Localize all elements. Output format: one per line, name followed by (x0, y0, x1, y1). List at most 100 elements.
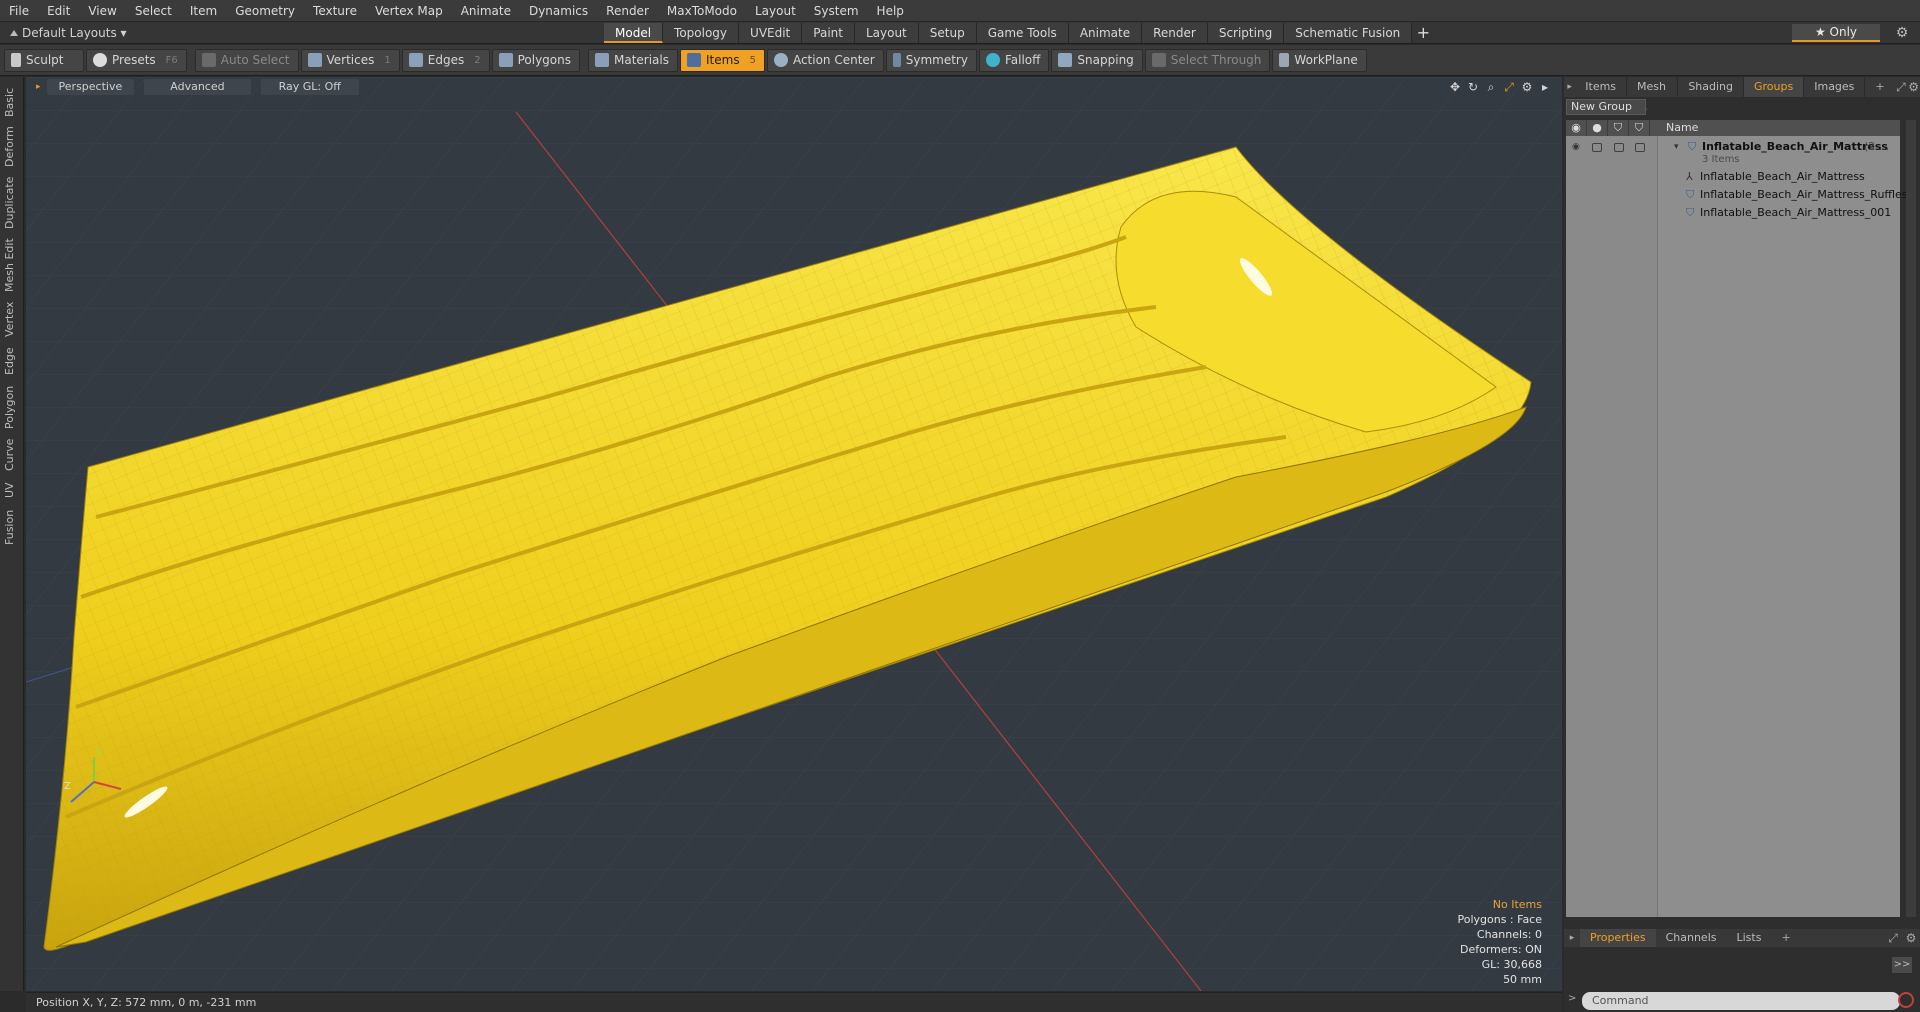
add-tab-plus-icon[interactable]: + (1412, 23, 1434, 43)
menu-edit[interactable]: Edit (38, 0, 79, 22)
action-center-button[interactable]: Action Center (766, 48, 884, 72)
materials-button[interactable]: Materials (587, 48, 678, 72)
row-render-toggle[interactable] (1592, 143, 1602, 152)
menu-dynamics[interactable]: Dynamics (520, 0, 597, 22)
props-gear-icon[interactable]: ⚙ (1902, 931, 1920, 945)
command-input[interactable]: Command (1582, 992, 1900, 1010)
falloff-button[interactable]: Falloff (978, 48, 1050, 72)
tab-images[interactable]: Images (1804, 77, 1866, 97)
menu-file[interactable]: File (0, 0, 38, 22)
menu-vertex-map[interactable]: Vertex Map (366, 0, 452, 22)
tab-animate[interactable]: Animate (1068, 23, 1143, 43)
zoom-icon[interactable]: ⌕ (1482, 79, 1500, 95)
name-column-header[interactable]: Name (1666, 120, 1698, 136)
select-column-icon[interactable]: ⛉ (1629, 120, 1650, 136)
row-select-toggle[interactable] (1635, 143, 1645, 152)
left-tab-curve[interactable]: Curve (3, 437, 21, 473)
tab-lists[interactable]: Lists (1727, 929, 1772, 947)
tab-items[interactable]: Items (1575, 77, 1628, 97)
left-tab-duplicate[interactable]: Duplicate (3, 175, 21, 231)
left-tab-basic[interactable]: Basic (3, 85, 21, 119)
props-maximize-icon[interactable]: ⤢ (1884, 931, 1902, 946)
menu-animate[interactable]: Animate (452, 0, 520, 22)
left-tab-fusion[interactable]: Fusion (3, 507, 21, 547)
row-eye-icon[interactable]: ◉ (1572, 138, 1582, 152)
raygl-dropdown[interactable]: Ray GL: Off (260, 79, 359, 95)
tab-topology[interactable]: Topology (663, 23, 740, 43)
polygons-icon (498, 53, 513, 67)
tab-model[interactable]: Model (604, 23, 664, 43)
hud-channels: Channels: 0 (1476, 928, 1542, 941)
tab-uvedit[interactable]: UVEdit (739, 23, 803, 43)
menu-texture[interactable]: Texture (304, 0, 366, 22)
tab-setup[interactable]: Setup (918, 23, 977, 43)
tab-schematic-fusion[interactable]: Schematic Fusion (1284, 23, 1413, 43)
menu-maxtomodo[interactable]: MaxToModo (658, 0, 746, 22)
command-record-icon[interactable] (1898, 992, 1914, 1008)
auto-select-button[interactable]: Auto Select (194, 48, 299, 72)
props-menu-arrow-icon[interactable]: ▸ (1564, 933, 1580, 943)
tab-groups[interactable]: Groups (1744, 77, 1805, 97)
menu-item[interactable]: Item (181, 0, 226, 22)
vertices-button[interactable]: Vertices 1 (300, 48, 400, 72)
advanced-dropdown[interactable]: Advanced (144, 79, 251, 95)
presets-button[interactable]: Presets F6 (86, 48, 187, 72)
tab-game-tools[interactable]: Game Tools (976, 23, 1069, 43)
tree-row-item-3[interactable]: ⛉ Inflatable_Beach_Air_Mattress_001 (1566, 204, 1900, 222)
workplane-button[interactable]: WorkPlane (1272, 48, 1367, 72)
left-tab-deform[interactable]: Deform (3, 125, 21, 169)
left-tab-vertex[interactable]: Vertex (3, 299, 21, 339)
menu-render[interactable]: Render (597, 0, 658, 22)
panel-gear-icon[interactable]: ⚙ (1907, 80, 1920, 94)
add-panel-tab-plus-icon[interactable]: + (1865, 77, 1894, 97)
maximize-icon[interactable]: ⤢ (1500, 79, 1518, 95)
viewport-menu-arrow-icon[interactable]: ▸ (36, 82, 41, 92)
groups-scrollbar[interactable] (1906, 120, 1916, 917)
sculpt-button[interactable]: Sculpt (4, 48, 84, 72)
left-tab-polygon[interactable]: Polygon (3, 383, 21, 431)
render-column-icon[interactable]: ● (1587, 120, 1608, 136)
menu-view[interactable]: View (79, 0, 125, 22)
row-lock-toggle[interactable] (1614, 143, 1624, 152)
rotate-icon[interactable]: ↻ (1464, 79, 1482, 95)
default-layouts-dropdown[interactable]: Default Layouts ▾ (6, 22, 127, 44)
menu-geometry[interactable]: Geometry (226, 0, 304, 22)
expand-properties-button[interactable]: >> (1892, 957, 1912, 973)
menu-layout[interactable]: Layout (746, 0, 805, 22)
tab-shading[interactable]: Shading (1678, 77, 1744, 97)
tab-paint[interactable]: Paint (802, 23, 855, 43)
tree-row-item-2[interactable]: ⛉ Inflatable_Beach_Air_Mattress_Ruffles (1566, 186, 1908, 204)
panel-menu-arrow-icon[interactable]: ▸ (1564, 82, 1575, 92)
pan-icon[interactable]: ✥ (1446, 79, 1464, 95)
viewport-expand-arrow-icon[interactable]: ▸ (1536, 79, 1554, 95)
tab-render[interactable]: Render (1142, 23, 1208, 43)
layout-gear-icon[interactable]: ⚙ (1892, 24, 1912, 42)
add-props-tab-plus-icon[interactable]: + (1771, 929, 1800, 947)
viewport-settings-gear-icon[interactable]: ⚙ (1518, 79, 1536, 95)
tab-scripting[interactable]: Scripting (1207, 23, 1285, 43)
tab-properties[interactable]: Properties (1580, 929, 1656, 947)
tab-channels[interactable]: Channels (1656, 929, 1727, 947)
visibility-eye-icon[interactable]: ◉ (1566, 120, 1587, 136)
perspective-dropdown[interactable]: Perspective (46, 79, 135, 95)
items-button[interactable]: Items 5 (680, 48, 765, 72)
new-group-button[interactable]: New Group (1566, 99, 1646, 115)
edges-button[interactable]: Edges 2 (401, 48, 490, 72)
tab-mesh[interactable]: Mesh ... (1627, 77, 1679, 113)
tree-row-item-1[interactable]: ⅄ Inflatable_Beach_Air_Mattress (1566, 168, 1900, 186)
lock-column-icon[interactable]: ⛉ (1608, 120, 1629, 136)
panel-maximize-icon[interactable]: ⤢ (1895, 80, 1908, 95)
tab-layout[interactable]: Layout (854, 23, 919, 43)
left-tab-edge[interactable]: Edge (3, 345, 21, 377)
polygons-button[interactable]: Polygons (491, 48, 580, 72)
left-tab-mesh-edit[interactable]: Mesh Edit (3, 237, 21, 293)
left-tab-uv[interactable]: UV (3, 479, 21, 501)
3d-viewport[interactable]: Y Z ▸ Perspective Advanced Ray GL: Off ✥… (26, 77, 1562, 991)
menu-select[interactable]: Select (126, 0, 181, 22)
only-toggle-button[interactable]: ★ Only (1792, 24, 1880, 42)
symmetry-button[interactable]: Symmetry (885, 48, 977, 72)
menu-help[interactable]: Help (868, 0, 913, 22)
menu-system[interactable]: System (805, 0, 868, 22)
select-through-button[interactable]: Select Through (1144, 48, 1271, 72)
snapping-button[interactable]: Snapping (1051, 48, 1143, 72)
